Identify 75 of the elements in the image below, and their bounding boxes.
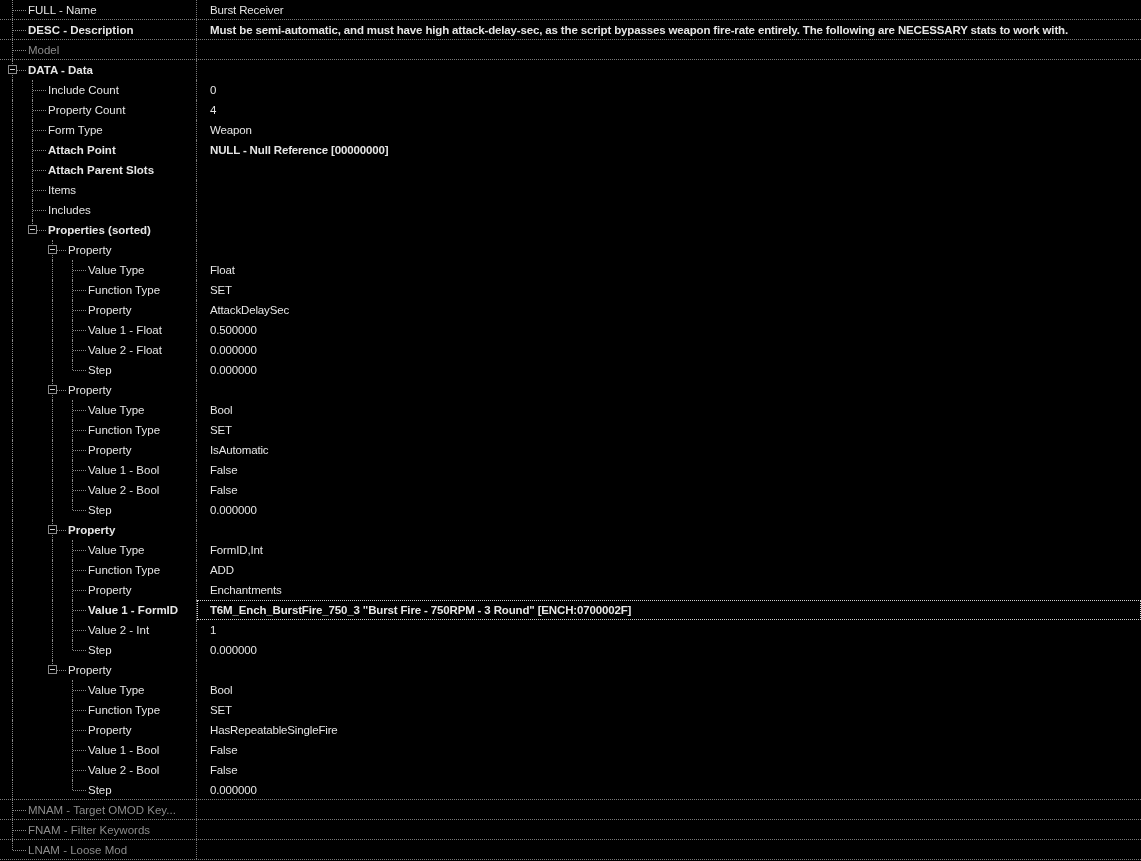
field-label[interactable]: Value Type (80, 540, 145, 560)
field-value[interactable]: False (197, 760, 1141, 780)
field-label[interactable]: Value 2 - Float (80, 340, 162, 360)
collapse-icon[interactable] (48, 385, 57, 394)
field-label[interactable]: Attach Parent Slots (40, 160, 155, 180)
field-label[interactable]: Property (60, 380, 112, 400)
field-label[interactable]: Value 2 - Bool (80, 760, 160, 780)
field-label[interactable]: Step (80, 500, 112, 520)
field-label[interactable]: Function Type (80, 280, 161, 300)
field-value[interactable]: 0.500000 (197, 320, 1141, 340)
field-value[interactable]: False (197, 740, 1141, 760)
field-label[interactable]: Items (40, 180, 77, 200)
collapse-icon[interactable] (48, 245, 57, 254)
field-value[interactable]: 0.000000 (197, 360, 1141, 380)
field-label[interactable]: Include Count (40, 80, 119, 100)
field-value[interactable]: 0.000000 (197, 780, 1141, 799)
field-value[interactable]: 4 (197, 100, 1141, 120)
field-label[interactable]: Value Type (80, 260, 145, 280)
field-label[interactable]: Property (80, 300, 132, 320)
field-label[interactable]: Function Type (80, 420, 161, 440)
field-label[interactable]: Value 1 - FormID (80, 600, 179, 620)
field-label[interactable]: Property (80, 580, 132, 600)
collapse-icon[interactable] (48, 665, 57, 674)
field-label[interactable]: Value Type (80, 400, 145, 420)
field-label[interactable]: Function Type (80, 700, 161, 720)
field-value[interactable]: Float (197, 260, 1141, 280)
field-label[interactable]: Attach Point (40, 140, 116, 160)
field-value[interactable]: NULL - Null Reference [00000000] (197, 140, 1141, 160)
field-value[interactable]: FormID,Int (197, 540, 1141, 560)
selected-value-cell[interactable]: T6M_Ench_BurstFire_750_3 "Burst Fire - 750RPM - 3 Round" [ENCH:0700002F] (197, 600, 1141, 620)
collapse-icon[interactable] (48, 525, 57, 534)
field-value[interactable]: Bool (197, 680, 1141, 700)
field-value[interactable]: Burst Receiver (197, 0, 1141, 19)
field-value[interactable]: ADD (197, 560, 1141, 580)
field-value[interactable]: Enchantments (197, 580, 1141, 600)
field-label[interactable]: Properties (sorted) (40, 220, 151, 240)
field-label[interactable]: FULL - Name (20, 0, 97, 19)
field-label[interactable]: DATA - Data (20, 60, 93, 80)
field-value[interactable]: Weapon (197, 120, 1141, 140)
field-label[interactable]: Value 1 - Float (80, 320, 162, 340)
field-label[interactable]: Function Type (80, 560, 161, 580)
field-value[interactable]: 0.000000 (197, 640, 1141, 660)
field-value[interactable]: False (197, 480, 1141, 500)
field-label[interactable]: Value 2 - Int (80, 620, 150, 640)
field-label[interactable]: DESC - Description (20, 20, 134, 39)
field-label[interactable]: Includes (40, 200, 91, 220)
field-value[interactable]: 0.000000 (197, 500, 1141, 520)
field-value[interactable]: HasRepeatableSingleFire (197, 720, 1141, 740)
field-value[interactable]: SET (197, 280, 1141, 300)
field-label[interactable]: Property (60, 660, 112, 680)
field-label[interactable]: Value 1 - Bool (80, 460, 160, 480)
field-label[interactable]: Step (80, 640, 112, 660)
field-label[interactable]: Property (80, 720, 132, 740)
field-label[interactable]: Step (80, 360, 112, 380)
field-value[interactable]: Bool (197, 400, 1141, 420)
collapse-icon[interactable] (8, 65, 17, 74)
field-value[interactable]: IsAutomatic (197, 440, 1141, 460)
field-label[interactable]: Property (80, 440, 132, 460)
collapse-icon[interactable] (28, 225, 37, 234)
field-label[interactable]: Property Count (40, 100, 126, 120)
field-value[interactable]: SET (197, 420, 1141, 440)
field-label[interactable]: Value 1 - Bool (80, 740, 160, 760)
field-value[interactable]: False (197, 460, 1141, 480)
field-value[interactable]: 0 (197, 80, 1141, 100)
field-value[interactable]: 0.000000 (197, 340, 1141, 360)
field-value[interactable]: 1 (197, 620, 1141, 640)
field-value[interactable]: AttackDelaySec (197, 300, 1141, 320)
field-label[interactable]: Property (60, 240, 112, 260)
field-value[interactable]: SET (197, 700, 1141, 720)
field-label[interactable]: Value Type (80, 680, 145, 700)
field-label[interactable]: Value 2 - Bool (80, 480, 160, 500)
field-value[interactable]: Must be semi-automatic, and must have high attack-delay-sec, as the script bypasses weapon fire-rate entirely. The following are NECESSARY stats to work with. (197, 20, 1141, 39)
field-label[interactable]: Step (80, 780, 112, 799)
field-label[interactable]: Form Type (40, 120, 103, 140)
field-label[interactable]: Property (60, 520, 116, 540)
